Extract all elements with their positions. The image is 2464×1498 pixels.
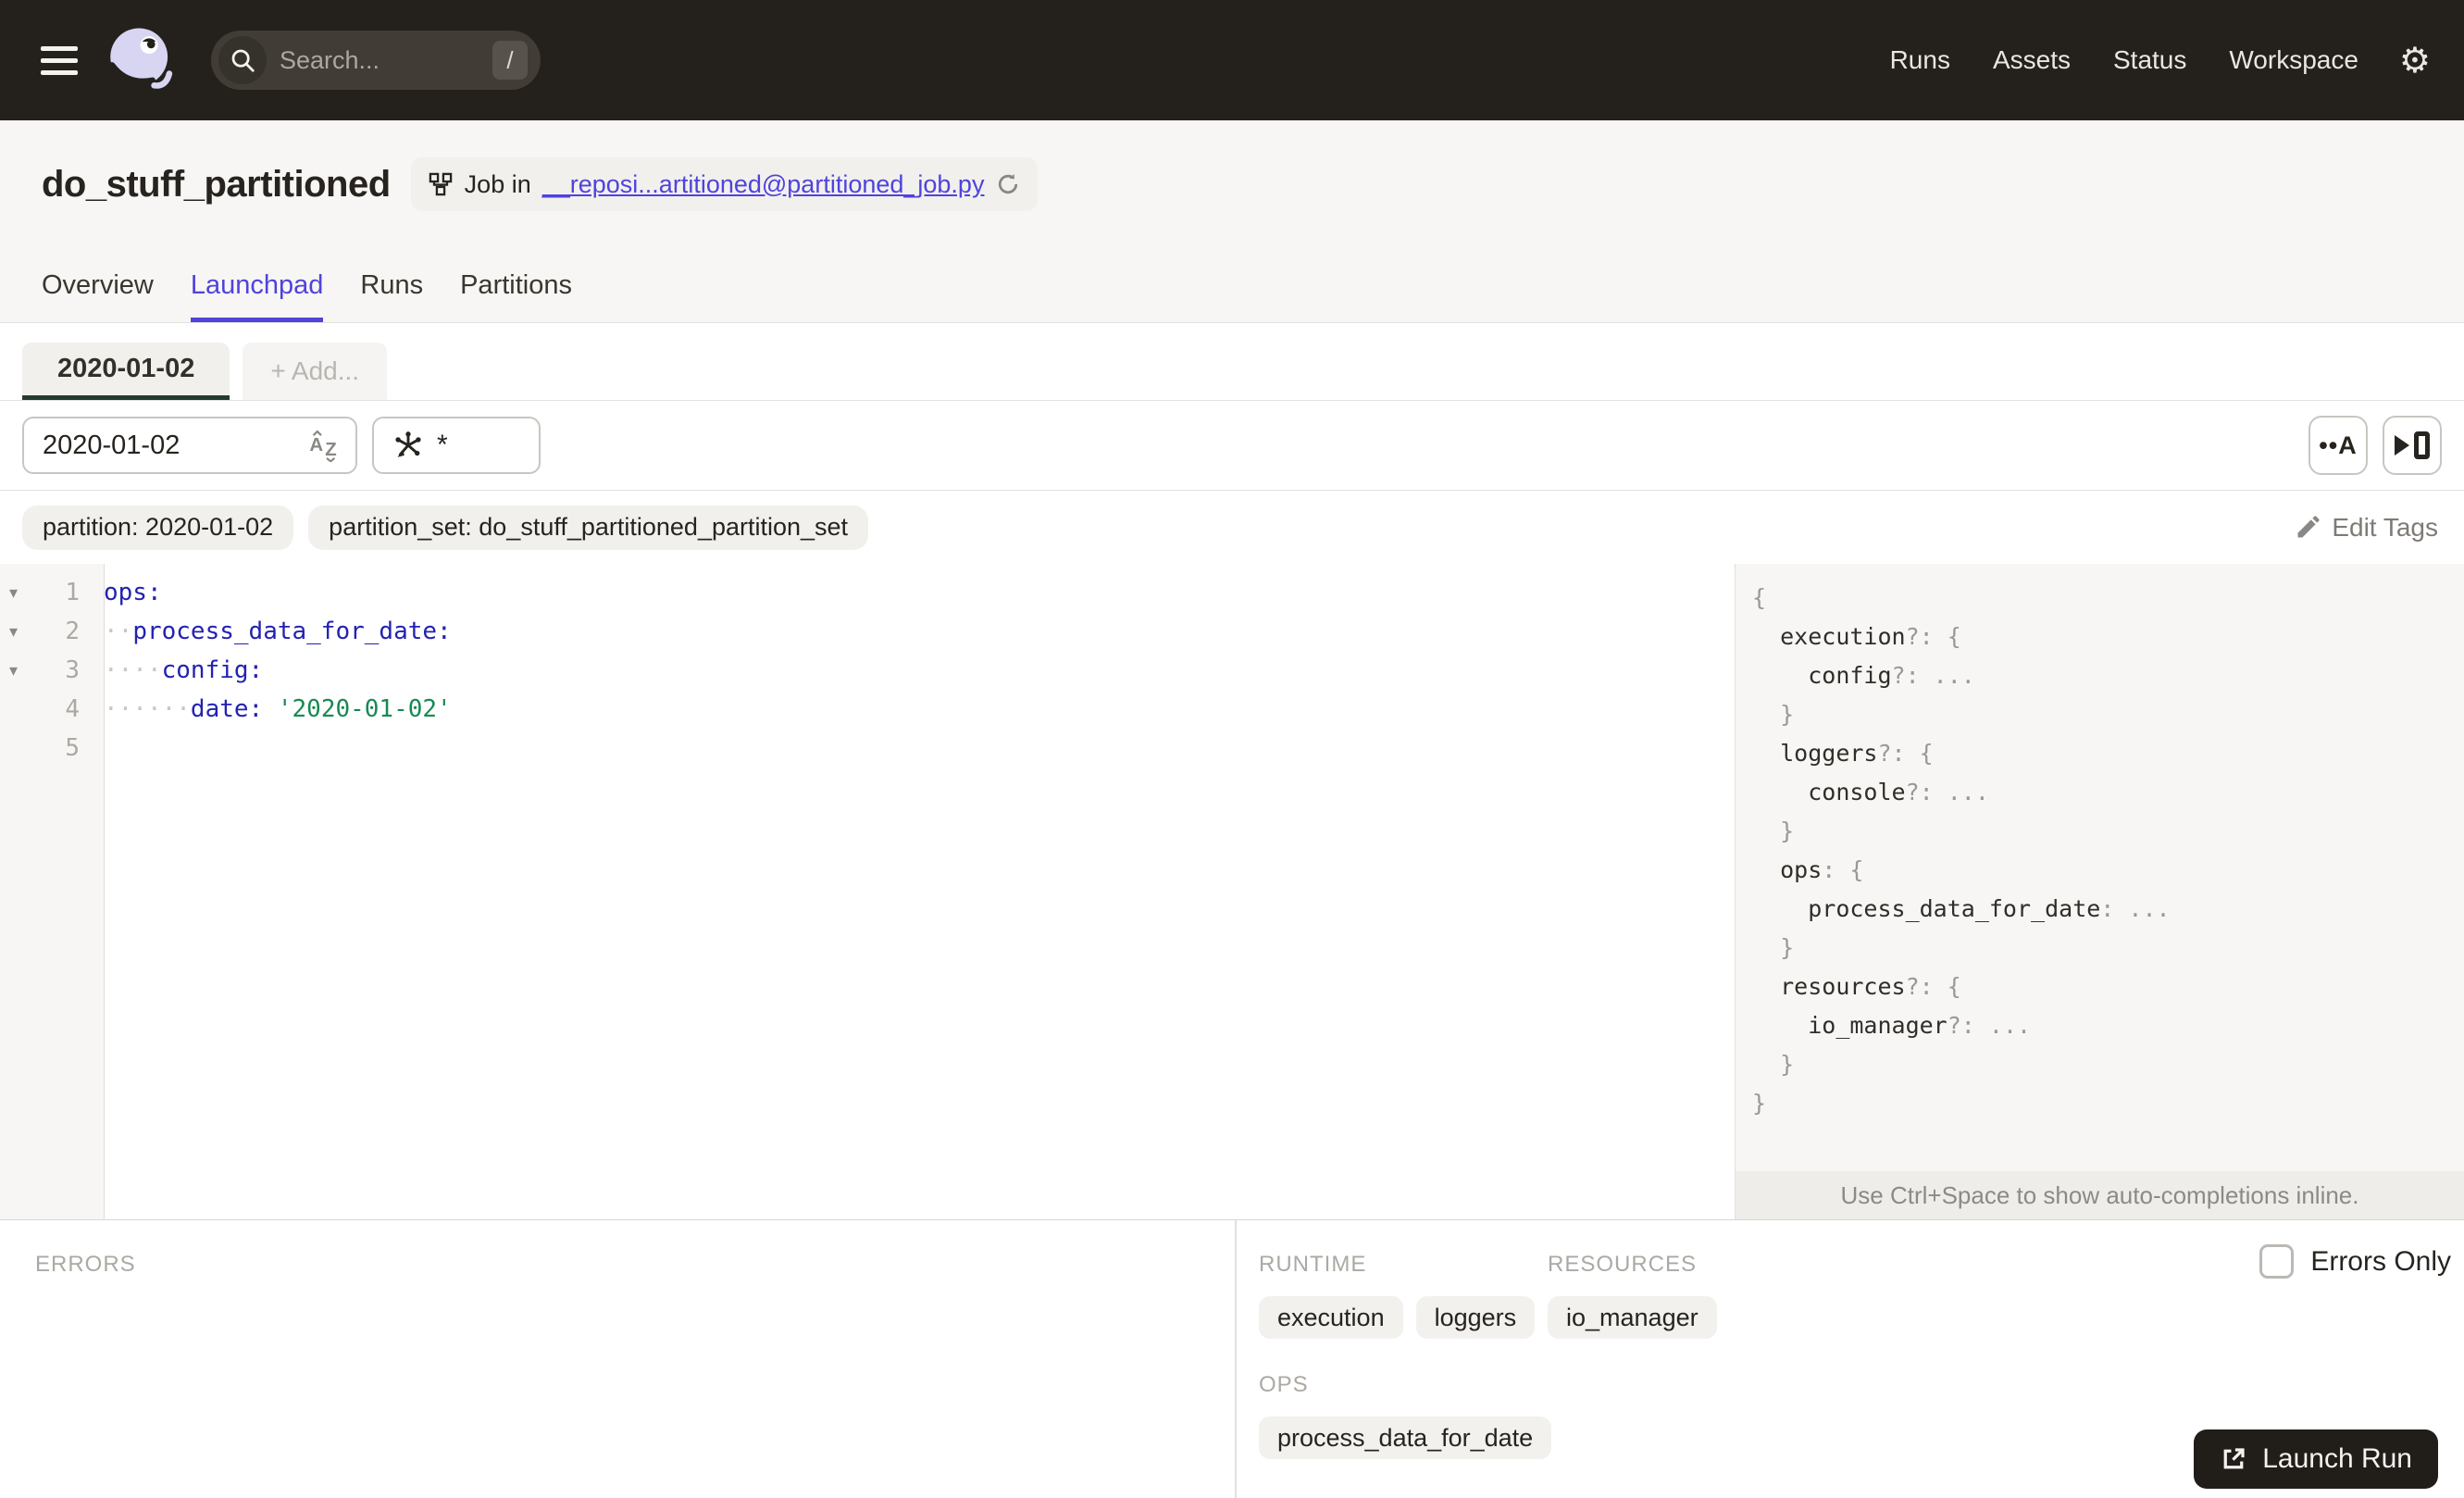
editor-line[interactable]: 4 ······date: '2020-01-02' bbox=[0, 690, 1735, 729]
schema-line[interactable]: process_data_for_date: ... bbox=[1752, 890, 2464, 929]
ops-label: OPS bbox=[1259, 1372, 1309, 1397]
global-search[interactable]: / bbox=[211, 31, 541, 90]
autocomplete-hint: Use Ctrl+Space to show auto-completions … bbox=[1736, 1171, 2464, 1219]
runtime-chip-execution[interactable]: execution bbox=[1259, 1296, 1403, 1339]
tab-launchpad[interactable]: Launchpad bbox=[190, 270, 324, 322]
partition-input[interactable] bbox=[43, 430, 307, 461]
job-file-link[interactable]: __reposi...artitioned@partitioned_job.py bbox=[542, 170, 985, 199]
tag-partition[interactable]: partition: 2020-01-02 bbox=[22, 505, 294, 550]
toggle-panel-button[interactable] bbox=[2383, 416, 2442, 475]
edit-tags-button[interactable]: Edit Tags bbox=[2295, 513, 2438, 543]
resources-label: RESOURCES bbox=[1548, 1252, 1698, 1277]
editor-line[interactable]: 5 bbox=[0, 729, 1735, 768]
resources-chip-io-manager[interactable]: io_manager bbox=[1548, 1296, 1717, 1339]
launch-run-label: Launch Run bbox=[2262, 1443, 2412, 1474]
tag-partition-set[interactable]: partition_set: do_stuff_partitioned_part… bbox=[308, 505, 869, 550]
search-shortcut-badge: / bbox=[492, 41, 528, 80]
schema-line[interactable]: resources?: { bbox=[1752, 967, 2464, 1006]
schema-line[interactable]: { bbox=[1752, 579, 2464, 618]
nav-link-status[interactable]: Status bbox=[2113, 45, 2186, 75]
reload-icon[interactable] bbox=[995, 171, 1021, 197]
editor-line[interactable]: ▾ 1 ops: bbox=[0, 573, 1735, 612]
tags-row: partition: 2020-01-02 partition_set: do_… bbox=[0, 491, 2464, 564]
schema-line[interactable]: loggers?: { bbox=[1752, 734, 2464, 773]
config-tab-active[interactable]: 2020-01-02 bbox=[22, 343, 230, 400]
fold-arrow-icon[interactable]: ▾ bbox=[0, 622, 33, 642]
nav-link-runs[interactable]: Runs bbox=[1890, 45, 1950, 75]
op-selector-value: * bbox=[437, 430, 448, 460]
tab-partitions[interactable]: Partitions bbox=[460, 270, 572, 322]
settings-gear-icon[interactable]: ⚙ bbox=[2399, 43, 2431, 78]
edit-tags-label: Edit Tags bbox=[2332, 512, 2438, 542]
job-badge-prefix: Job in bbox=[464, 169, 531, 198]
line-number: 4 bbox=[65, 695, 80, 723]
launchpad-editor-area: ▾ 1 ops: ▾ 2 ··process_data_for_date: ▾ 3 ····co… bbox=[0, 564, 2464, 1219]
line-number: 3 bbox=[65, 656, 80, 684]
page-header: do_stuff_partitioned Job in __reposi...a… bbox=[0, 120, 2464, 323]
sort-az-icon: A Z bbox=[309, 430, 337, 462]
op-selector[interactable]: * bbox=[372, 417, 541, 474]
runtime-chip-loggers[interactable]: loggers bbox=[1415, 1296, 1536, 1339]
schema-line[interactable]: } bbox=[1752, 812, 2464, 851]
runtime-label: RUNTIME bbox=[1259, 1252, 1367, 1277]
job-graph-icon bbox=[429, 172, 452, 196]
op-graph-icon bbox=[395, 431, 421, 457]
fold-arrow-icon[interactable]: ▾ bbox=[0, 661, 33, 680]
schema-line[interactable]: } bbox=[1752, 1084, 2464, 1123]
pencil-icon bbox=[2297, 516, 2320, 537]
launch-run-button[interactable]: Launch Run bbox=[2194, 1429, 2438, 1489]
svg-text:A: A bbox=[309, 435, 323, 456]
nav-link-assets[interactable]: Assets bbox=[1993, 45, 2071, 75]
errors-label: ERRORS bbox=[35, 1252, 136, 1277]
errors-only-label: Errors Only bbox=[2310, 1245, 2451, 1277]
bottom-panel: ERRORS RUNTIME execution loggers OPS pro… bbox=[0, 1219, 2464, 1498]
ops-chip-process-data-for-date[interactable]: process_data_for_date bbox=[1259, 1417, 1552, 1459]
line-number: 1 bbox=[65, 579, 80, 606]
page-title: do_stuff_partitioned bbox=[42, 163, 391, 205]
top-nav: / Runs Assets Status Workspace ⚙ bbox=[0, 0, 2464, 120]
tab-overview[interactable]: Overview bbox=[42, 270, 154, 322]
add-config-tab-button[interactable]: + Add... bbox=[243, 343, 388, 400]
config-tabs-row: 2020-01-02 + Add... bbox=[0, 323, 2464, 401]
page-tabs: Overview Launchpad Runs Partitions bbox=[42, 270, 572, 322]
errors-section: ERRORS bbox=[0, 1220, 1235, 1498]
autocomplete-button[interactable]: ••A bbox=[2308, 416, 2368, 475]
selector-row: A Z * ••A bbox=[0, 401, 2464, 491]
line-number: 5 bbox=[65, 734, 80, 762]
config-schema-panel: { execution?: { config?: ... } loggers?:… bbox=[1735, 564, 2464, 1219]
schema-line[interactable]: ops: { bbox=[1752, 851, 2464, 890]
svg-text:Z: Z bbox=[325, 440, 336, 460]
autocomplete-icon: ••A bbox=[2319, 431, 2358, 459]
search-input[interactable] bbox=[267, 45, 492, 75]
play-panel-icon bbox=[2395, 431, 2430, 459]
launch-external-icon bbox=[2223, 1448, 2245, 1469]
dagster-logo-icon[interactable] bbox=[104, 23, 178, 97]
search-icon bbox=[218, 36, 267, 84]
schema-line[interactable]: } bbox=[1752, 1045, 2464, 1084]
schema-lines: { execution?: { config?: ... } loggers?:… bbox=[1736, 564, 2464, 1171]
editor-line[interactable]: ▾ 3 ····config: bbox=[0, 651, 1735, 690]
schema-line[interactable]: io_manager?: ... bbox=[1752, 1006, 2464, 1045]
schema-line[interactable]: } bbox=[1752, 929, 2464, 967]
tab-runs[interactable]: Runs bbox=[360, 270, 423, 322]
schema-line[interactable]: } bbox=[1752, 695, 2464, 734]
schema-line[interactable]: console?: ... bbox=[1752, 773, 2464, 812]
menu-icon[interactable] bbox=[41, 45, 78, 75]
errors-only-toggle[interactable]: Errors Only bbox=[2259, 1244, 2451, 1279]
nav-link-workspace[interactable]: Workspace bbox=[2229, 45, 2358, 75]
config-editor-lines: ▾ 1 ops: ▾ 2 ··process_data_for_date: ▾ 3 ····co… bbox=[0, 564, 1735, 768]
job-origin-badge: Job in __reposi...artitioned@partitioned… bbox=[410, 157, 1039, 211]
line-number: 2 bbox=[65, 618, 80, 645]
config-editor[interactable]: ▾ 1 ops: ▾ 2 ··process_data_for_date: ▾ 3 ····co… bbox=[0, 564, 1735, 1219]
errors-only-checkbox[interactable] bbox=[2259, 1244, 2295, 1279]
fold-arrow-icon[interactable]: ▾ bbox=[0, 583, 33, 603]
editor-line[interactable]: ▾ 2 ··process_data_for_date: bbox=[0, 612, 1735, 651]
partition-selector[interactable]: A Z bbox=[22, 417, 357, 474]
schema-line[interactable]: config?: ... bbox=[1752, 656, 2464, 695]
nav-links: Runs Assets Status Workspace bbox=[1890, 45, 2358, 75]
schema-line[interactable]: execution?: { bbox=[1752, 618, 2464, 656]
